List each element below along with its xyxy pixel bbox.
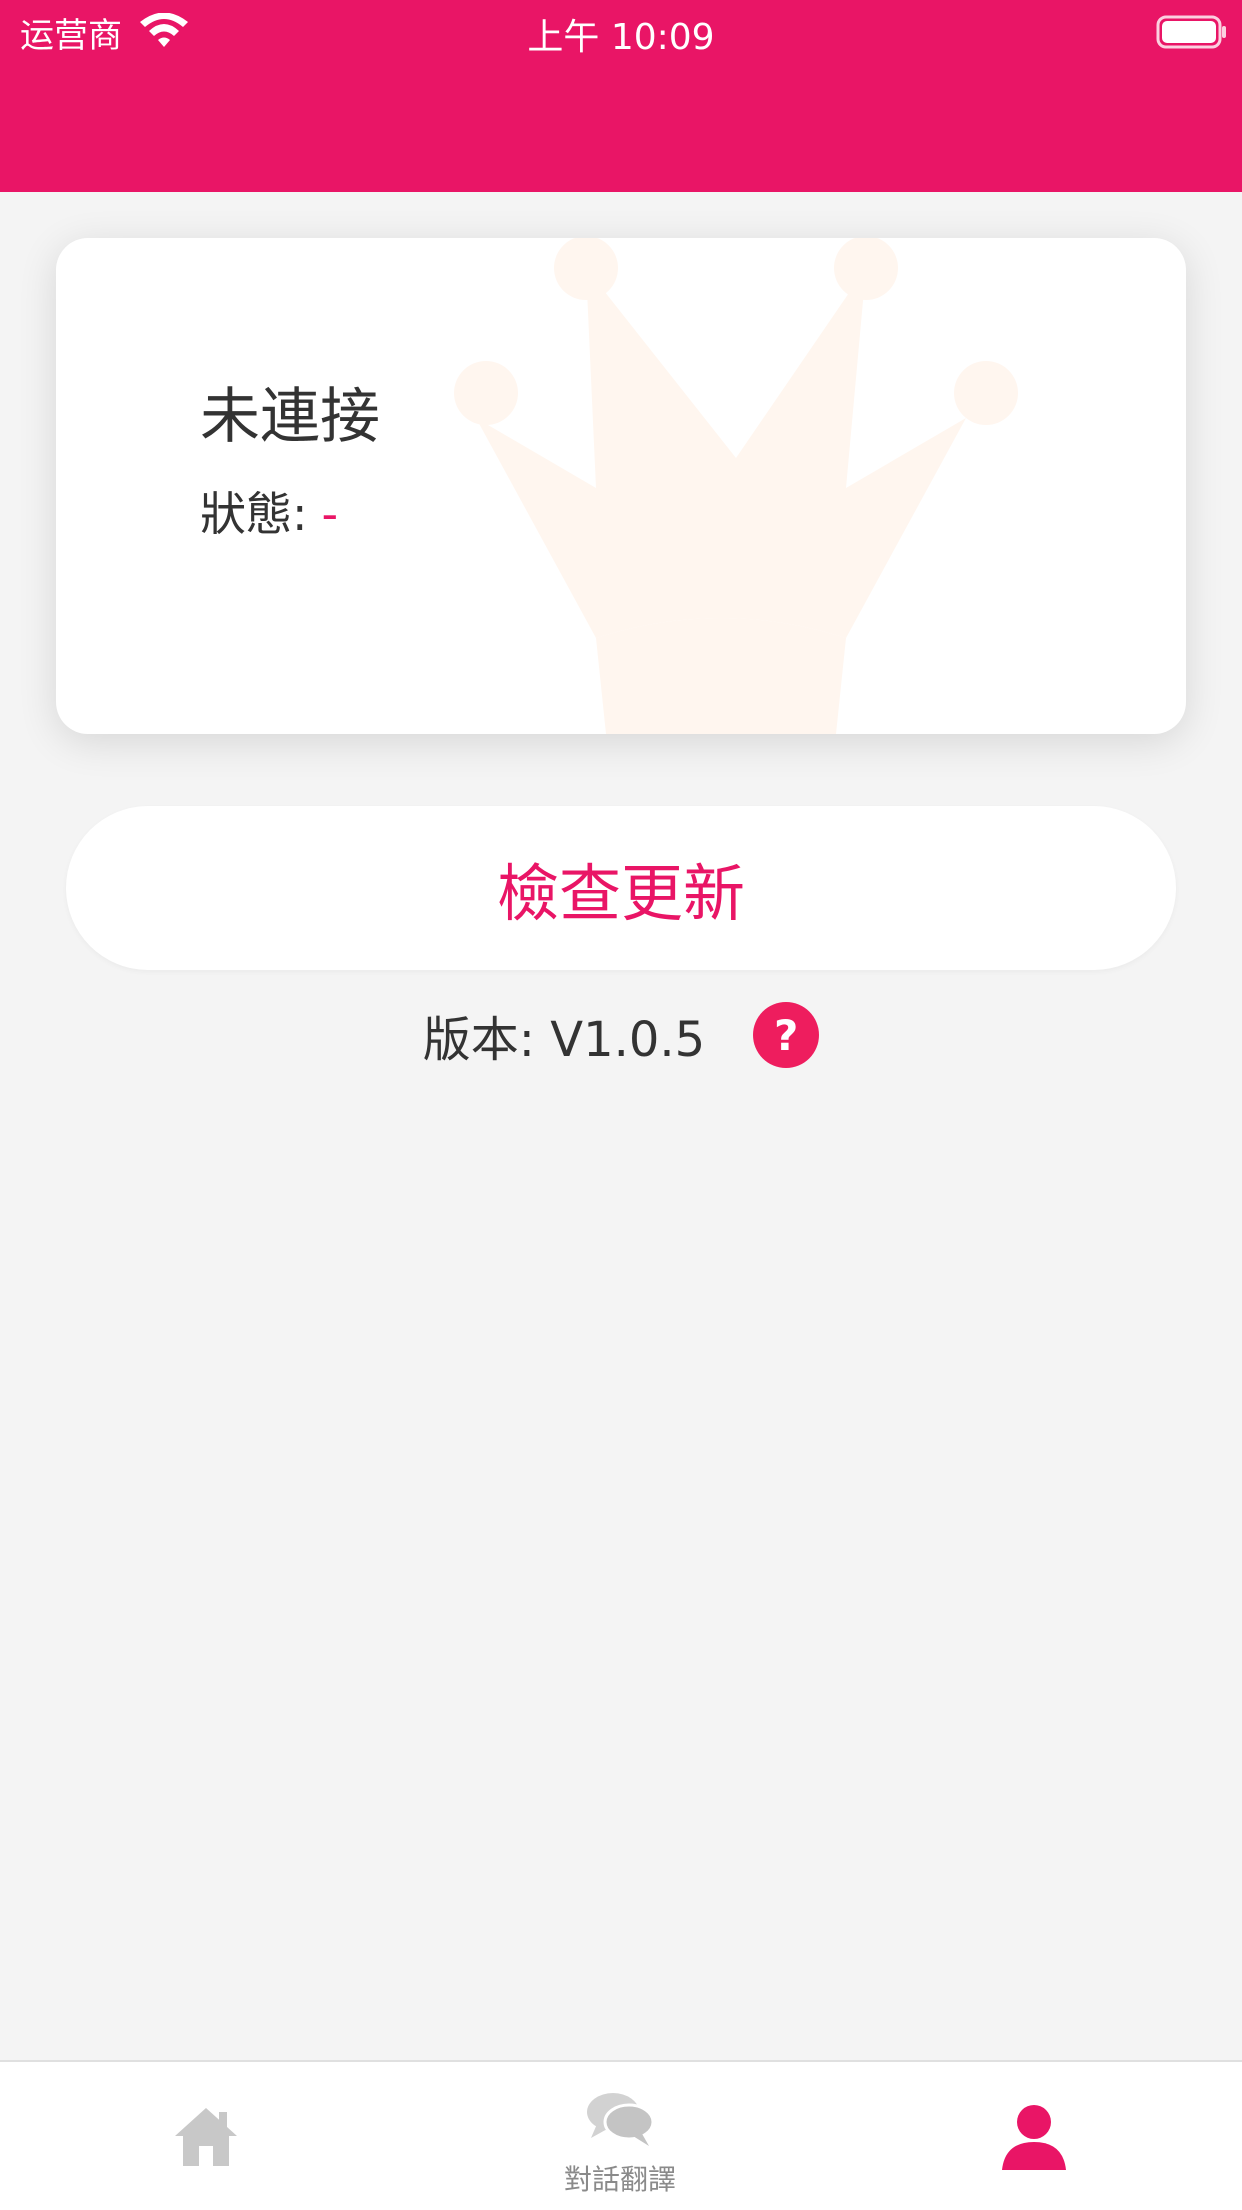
crown-icon [454, 238, 1018, 734]
home-icon [175, 2108, 237, 2166]
version-row: 版本: V1.0.5 ? [0, 1000, 1242, 1070]
tab-profile[interactable] [884, 2062, 1184, 2210]
connection-status: 狀態: - [200, 478, 338, 544]
device-status-card: 未連接 狀態: - [56, 238, 1186, 734]
status-value: - [321, 487, 339, 541]
tab-conversation-translate-label: 對話翻譯 [563, 2163, 676, 2196]
tab-bar: 對話翻譯 [0, 2060, 1242, 2210]
version-text: 版本: V1.0.5 [422, 1012, 706, 1068]
battery-icon [1156, 15, 1226, 49]
device-title: 未連接 [200, 382, 380, 452]
chat-bubbles-icon [587, 2093, 655, 2146]
status-time: 上午 10:09 [527, 17, 715, 58]
person-icon [1002, 2105, 1066, 2170]
tab-home[interactable] [56, 2062, 356, 2210]
tab-conversation-translate[interactable]: 對話翻譯 [470, 2062, 770, 2210]
header-bar: 运营商 上午 10:09 [0, 0, 1242, 192]
status-label: 狀態: [200, 487, 308, 541]
check-update-button[interactable]: 檢查更新 [66, 806, 1176, 970]
question-mark-icon[interactable]: ? [753, 1002, 820, 1068]
